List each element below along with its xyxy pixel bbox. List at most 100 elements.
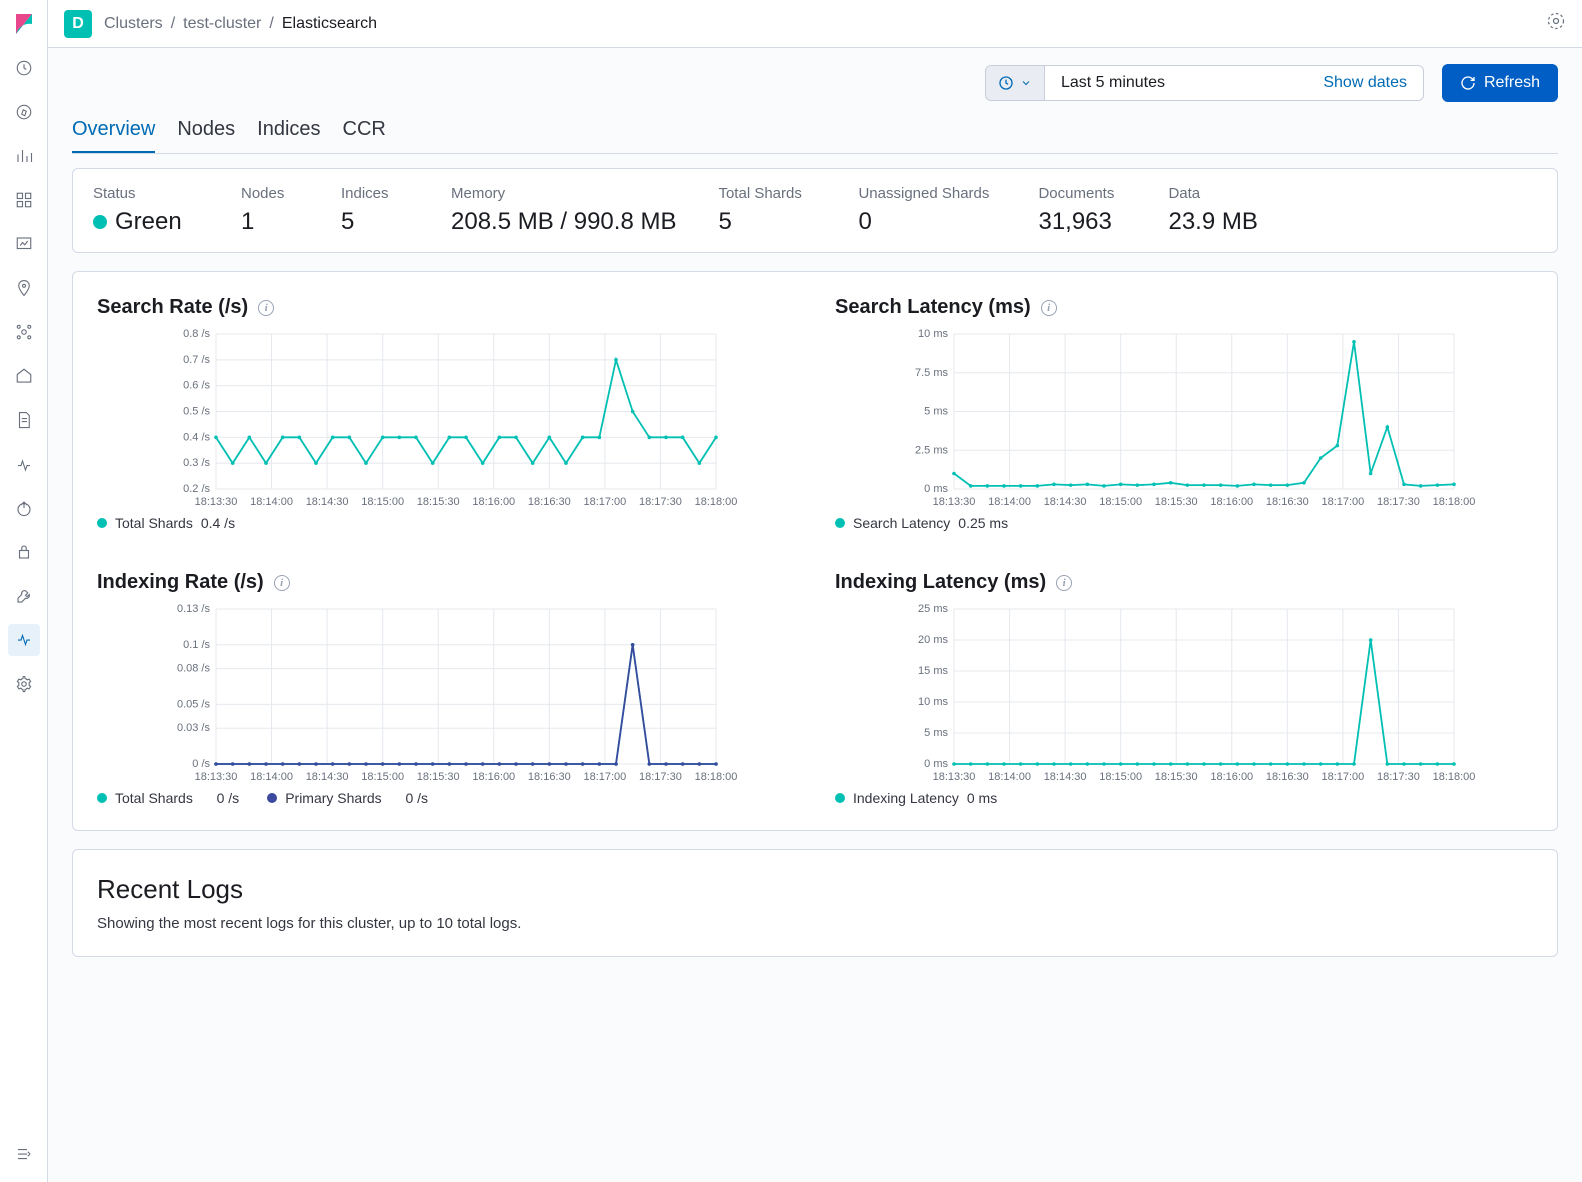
svg-text:18:15:30: 18:15:30 (417, 496, 460, 508)
svg-text:18:18:00: 18:18:00 (1433, 771, 1476, 783)
discover-icon[interactable] (8, 96, 40, 128)
tab-overview[interactable]: Overview (72, 118, 155, 153)
info-icon[interactable]: i (1041, 300, 1057, 316)
canvas-icon[interactable] (8, 228, 40, 260)
chart-plot[interactable]: 0 ms2.5 ms5 ms7.5 ms10 ms18:13:3018:14:0… (835, 329, 1533, 509)
stat-value-nodes: 1 (241, 208, 299, 236)
svg-text:18:18:00: 18:18:00 (1433, 496, 1476, 508)
status-dot-icon (93, 215, 107, 229)
monitoring-icon[interactable] (8, 624, 40, 656)
chevron-down-icon (1020, 77, 1032, 89)
stat-value-status: Green (93, 208, 199, 236)
stat-value-memory: 208.5 MB / 990.8 MB (451, 208, 676, 236)
svg-text:18:17:00: 18:17:00 (583, 496, 626, 508)
infra-icon[interactable] (8, 360, 40, 392)
charts-card: Search Rate (/s) i 0.2 /s0.3 /s0.4 /s0.5… (72, 271, 1558, 831)
svg-text:0.08 /s: 0.08 /s (177, 663, 211, 675)
svg-text:0.8 /s: 0.8 /s (183, 329, 210, 340)
logs-subtitle: Showing the most recent logs for this cl… (97, 915, 1533, 932)
svg-text:18:17:30: 18:17:30 (1377, 496, 1420, 508)
svg-text:0.4 /s: 0.4 /s (183, 431, 210, 443)
chart-plot[interactable]: 0 ms5 ms10 ms15 ms20 ms25 ms18:13:3018:1… (835, 604, 1533, 784)
svg-text:0.7 /s: 0.7 /s (183, 354, 210, 366)
tab-nodes[interactable]: Nodes (177, 118, 235, 153)
logs-icon[interactable] (8, 404, 40, 436)
svg-text:15 ms: 15 ms (918, 665, 948, 677)
svg-text:0 ms: 0 ms (924, 758, 948, 770)
show-dates-link[interactable]: Show dates (1323, 74, 1407, 92)
svg-text:18:17:30: 18:17:30 (639, 771, 682, 783)
stat-value-unassigned: 0 (858, 208, 996, 236)
svg-text:18:14:00: 18:14:00 (988, 496, 1031, 508)
breadcrumb-cluster[interactable]: test-cluster (183, 15, 261, 33)
logs-title: Recent Logs (97, 874, 1533, 905)
chart-title: Indexing Latency (ms) i (835, 571, 1533, 594)
svg-text:5 ms: 5 ms (924, 727, 948, 739)
chart-plot[interactable]: 0.2 /s0.3 /s0.4 /s0.5 /s0.6 /s0.7 /s0.8 … (97, 329, 795, 509)
chart-title: Search Latency (ms) i (835, 296, 1533, 319)
visualize-icon[interactable] (8, 140, 40, 172)
maps-icon[interactable] (8, 272, 40, 304)
kibana-logo-icon[interactable] (12, 12, 36, 36)
space-selector[interactable]: D (64, 10, 92, 38)
svg-text:18:15:30: 18:15:30 (1155, 496, 1198, 508)
tab-indices[interactable]: Indices (257, 118, 320, 153)
svg-text:2.5 ms: 2.5 ms (915, 444, 949, 456)
calendar-icon[interactable] (985, 65, 1044, 101)
svg-text:18:15:00: 18:15:00 (361, 771, 404, 783)
logs-card: Recent Logs Showing the most recent logs… (72, 849, 1558, 957)
stat-value-documents: 31,963 (1038, 208, 1126, 236)
svg-text:18:16:00: 18:16:00 (472, 496, 515, 508)
chart-indexing_rate: Indexing Rate (/s) i 0 /s0.03 /s0.05 /s0… (97, 571, 795, 806)
svg-text:20 ms: 20 ms (918, 634, 948, 646)
tab-ccr[interactable]: CCR (343, 118, 386, 153)
refresh-button[interactable]: Refresh (1442, 64, 1558, 102)
svg-text:18:15:30: 18:15:30 (1155, 771, 1198, 783)
stat-label-indices: Indices (341, 185, 409, 202)
stat-label-total-shards: Total Shards (718, 185, 816, 202)
stat-value-data: 23.9 MB (1168, 208, 1257, 236)
svg-text:18:14:30: 18:14:30 (306, 771, 349, 783)
svg-text:10 ms: 10 ms (918, 329, 948, 340)
timerange-picker[interactable]: Last 5 minutes Show dates (985, 65, 1424, 101)
svg-text:10 ms: 10 ms (918, 696, 948, 708)
toolbar: Last 5 minutes Show dates Refresh (72, 64, 1558, 102)
collapse-icon[interactable] (8, 1138, 40, 1170)
apm-icon[interactable] (8, 448, 40, 480)
feedback-icon[interactable] (1546, 11, 1566, 36)
devtools-icon[interactable] (8, 580, 40, 612)
ml-icon[interactable] (8, 316, 40, 348)
siem-icon[interactable] (8, 536, 40, 568)
topbar: D Clusters / test-cluster / Elasticsearc… (48, 0, 1582, 48)
svg-text:18:15:00: 18:15:00 (1099, 496, 1142, 508)
chart-search_latency: Search Latency (ms) i 0 ms2.5 ms5 ms7.5 … (835, 296, 1533, 531)
svg-text:18:14:30: 18:14:30 (1044, 771, 1087, 783)
info-icon[interactable]: i (274, 575, 290, 591)
management-icon[interactable] (8, 668, 40, 700)
svg-text:18:16:00: 18:16:00 (472, 771, 515, 783)
svg-text:18:14:30: 18:14:30 (306, 496, 349, 508)
stat-value-indices: 5 (341, 208, 409, 236)
svg-text:18:16:30: 18:16:30 (1266, 771, 1309, 783)
svg-text:18:17:30: 18:17:30 (1377, 771, 1420, 783)
uptime-icon[interactable] (8, 492, 40, 524)
legend-dot-icon (97, 793, 107, 803)
stat-label-data: Data (1168, 185, 1257, 202)
svg-text:18:15:00: 18:15:00 (1099, 771, 1142, 783)
info-icon[interactable]: i (1056, 575, 1072, 591)
dashboard-icon[interactable] (8, 184, 40, 216)
info-icon[interactable]: i (258, 300, 274, 316)
refresh-icon (1460, 75, 1476, 91)
recent-icon[interactable] (8, 52, 40, 84)
breadcrumb-clusters[interactable]: Clusters (104, 15, 163, 33)
svg-text:0.2 /s: 0.2 /s (183, 483, 210, 495)
chart-search_rate: Search Rate (/s) i 0.2 /s0.3 /s0.4 /s0.5… (97, 296, 795, 531)
stats-card: Status Green Nodes 1 Indices 5 Memory 20… (72, 168, 1558, 253)
stat-label-unassigned: Unassigned Shards (858, 185, 996, 202)
svg-text:0.1 /s: 0.1 /s (183, 639, 210, 651)
stat-value-total-shards: 5 (718, 208, 816, 236)
chart-plot[interactable]: 0 /s0.03 /s0.05 /s0.08 /s0.1 /s0.13 /s18… (97, 604, 795, 784)
svg-text:18:15:00: 18:15:00 (361, 496, 404, 508)
svg-text:18:14:30: 18:14:30 (1044, 496, 1087, 508)
svg-text:0 ms: 0 ms (924, 483, 948, 495)
